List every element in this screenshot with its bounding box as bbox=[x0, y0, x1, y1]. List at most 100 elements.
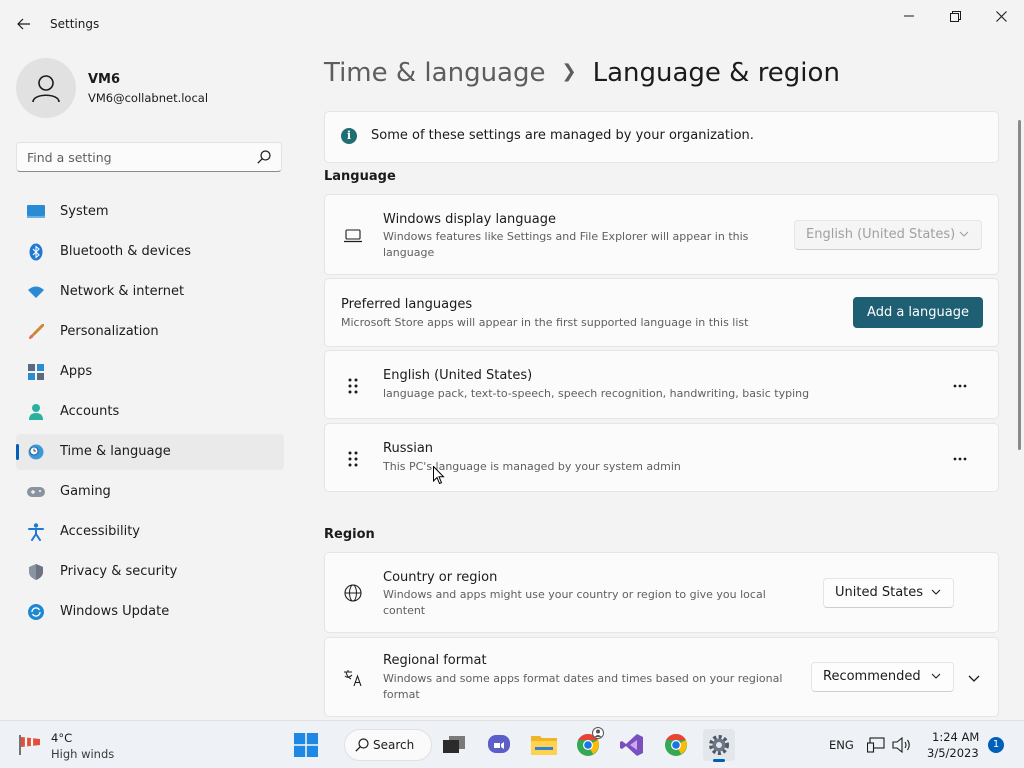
weather-widget[interactable] bbox=[18, 733, 46, 755]
language-name: Russian bbox=[383, 441, 434, 456]
drag-handle-icon[interactable] bbox=[347, 450, 359, 468]
task-view-button[interactable] bbox=[438, 729, 470, 761]
regional-format-row[interactable]: Regional format Windows and some apps fo… bbox=[324, 637, 999, 717]
settings-search-box[interactable] bbox=[16, 142, 282, 172]
chrome-icon bbox=[665, 733, 687, 756]
back-button[interactable] bbox=[12, 12, 36, 36]
user-name: VM6 bbox=[88, 72, 121, 87]
teams-chat-button[interactable] bbox=[483, 729, 515, 761]
person-icon bbox=[27, 404, 45, 420]
breadcrumb: Time & language ❯ Language & region bbox=[324, 58, 840, 88]
display-language-dropdown[interactable]: English (United States) bbox=[794, 220, 982, 250]
file-explorer-button[interactable] bbox=[528, 729, 560, 761]
windows-logo-icon bbox=[294, 733, 318, 757]
profile-badge-icon bbox=[592, 727, 604, 739]
scrollbar[interactable] bbox=[1018, 120, 1021, 450]
brush-icon bbox=[27, 324, 45, 340]
taskbar-search[interactable]: Search bbox=[344, 729, 432, 761]
drag-handle-icon[interactable] bbox=[347, 377, 359, 395]
speaker-icon bbox=[892, 737, 910, 753]
search-icon[interactable] bbox=[257, 150, 271, 164]
visual-studio-button[interactable] bbox=[616, 729, 648, 761]
wifi-icon bbox=[27, 284, 45, 300]
more-options-button[interactable] bbox=[950, 452, 970, 466]
notification-badge[interactable]: 1 bbox=[988, 737, 1004, 753]
sidebar-item-system[interactable]: System bbox=[16, 194, 284, 230]
apps-icon bbox=[27, 364, 45, 380]
mouse-cursor-icon bbox=[433, 466, 445, 485]
sidebar-item-label: Accounts bbox=[60, 404, 120, 419]
org-managed-notice: i Some of these settings are managed by … bbox=[324, 111, 999, 163]
visual-studio-icon bbox=[620, 734, 643, 756]
sidebar-item-apps[interactable]: Apps bbox=[16, 354, 284, 390]
more-horizontal-icon bbox=[953, 384, 967, 388]
search-icon bbox=[355, 738, 369, 752]
language-section-title: Language bbox=[324, 169, 396, 184]
laptop-icon bbox=[343, 226, 363, 246]
language-detail: language pack, text-to-speech, speech re… bbox=[383, 387, 810, 400]
gamepad-icon bbox=[27, 484, 45, 500]
language-item-russian[interactable]: Russian This PC's language is managed by… bbox=[324, 423, 999, 492]
sidebar-item-bluetooth[interactable]: Bluetooth & devices bbox=[16, 234, 284, 270]
search-input[interactable] bbox=[27, 148, 247, 166]
display-language-row: Windows display language Windows feature… bbox=[324, 194, 999, 275]
preferred-languages-row: Preferred languages Microsoft Store apps… bbox=[324, 278, 999, 347]
gear-icon bbox=[709, 735, 729, 755]
sidebar-item-accessibility[interactable]: Accessibility bbox=[16, 514, 284, 550]
country-dropdown[interactable]: United States bbox=[823, 578, 954, 608]
input-language-indicator[interactable]: ENG bbox=[829, 738, 854, 752]
chrome-profile-button[interactable] bbox=[572, 727, 604, 761]
sidebar-item-label: Network & internet bbox=[60, 284, 185, 299]
minimize-button[interactable] bbox=[886, 0, 932, 32]
sidebar-item-network[interactable]: Network & internet bbox=[16, 274, 284, 310]
globe-icon bbox=[343, 583, 363, 603]
taskbar-search-label: Search bbox=[373, 738, 415, 752]
dropdown-value: English (United States) bbox=[806, 227, 956, 242]
chevron-down-icon bbox=[959, 231, 969, 237]
clock-date[interactable]: 3/5/2023 bbox=[927, 746, 979, 760]
sidebar-item-label: Windows Update bbox=[60, 604, 170, 619]
chevron-right-icon: ❯ bbox=[561, 61, 577, 82]
restore-icon bbox=[949, 10, 961, 22]
task-view-icon bbox=[443, 736, 465, 753]
row-description: Windows features like Settings and File … bbox=[383, 230, 749, 259]
sidebar-item-label: Gaming bbox=[60, 484, 111, 499]
breadcrumb-parent[interactable]: Time & language bbox=[324, 58, 545, 88]
regional-format-dropdown[interactable]: Recommended bbox=[811, 662, 954, 692]
more-options-button[interactable] bbox=[950, 379, 970, 393]
close-button[interactable] bbox=[978, 0, 1024, 32]
sidebar-item-accounts[interactable]: Accounts bbox=[16, 394, 284, 430]
sidebar-item-time-language[interactable]: Time & language bbox=[16, 434, 284, 470]
sidebar-item-personalization[interactable]: Personalization bbox=[16, 314, 284, 350]
dropdown-value: United States bbox=[835, 585, 924, 600]
info-icon: i bbox=[341, 128, 357, 144]
sidebar-item-privacy[interactable]: Privacy & security bbox=[16, 554, 284, 590]
row-title: Regional format bbox=[383, 653, 487, 668]
expand-chevron-icon[interactable] bbox=[968, 672, 980, 684]
row-title: Country or region bbox=[383, 570, 498, 585]
volume-button[interactable] bbox=[890, 729, 914, 761]
sidebar-item-gaming[interactable]: Gaming bbox=[16, 474, 284, 510]
active-app-indicator bbox=[713, 759, 725, 762]
language-name: English (United States) bbox=[383, 368, 533, 383]
restore-button[interactable] bbox=[932, 0, 978, 32]
minimize-icon bbox=[904, 15, 914, 17]
clock-time[interactable]: 1:24 AM bbox=[932, 730, 979, 744]
sidebar-item-label: System bbox=[60, 204, 109, 219]
row-description: Microsoft Store apps will appear in the … bbox=[341, 316, 749, 329]
title-bar: Settings bbox=[0, 0, 1024, 48]
sidebar-item-label: Accessibility bbox=[60, 524, 140, 539]
settings-taskbar-button[interactable] bbox=[703, 729, 735, 762]
sidebar-item-windows-update[interactable]: Windows Update bbox=[16, 594, 284, 630]
avatar[interactable] bbox=[16, 58, 76, 118]
add-language-button[interactable]: Add a language bbox=[853, 297, 983, 328]
row-title: Preferred languages bbox=[341, 297, 473, 312]
network-status-button[interactable] bbox=[866, 729, 886, 761]
language-item-english[interactable]: English (United States) language pack, t… bbox=[324, 350, 999, 419]
folder-icon bbox=[531, 736, 557, 755]
start-button[interactable] bbox=[290, 729, 322, 761]
region-section-title: Region bbox=[324, 527, 375, 542]
monitor-icon bbox=[27, 204, 45, 220]
chrome-button[interactable] bbox=[660, 729, 692, 761]
more-horizontal-icon bbox=[953, 457, 967, 461]
